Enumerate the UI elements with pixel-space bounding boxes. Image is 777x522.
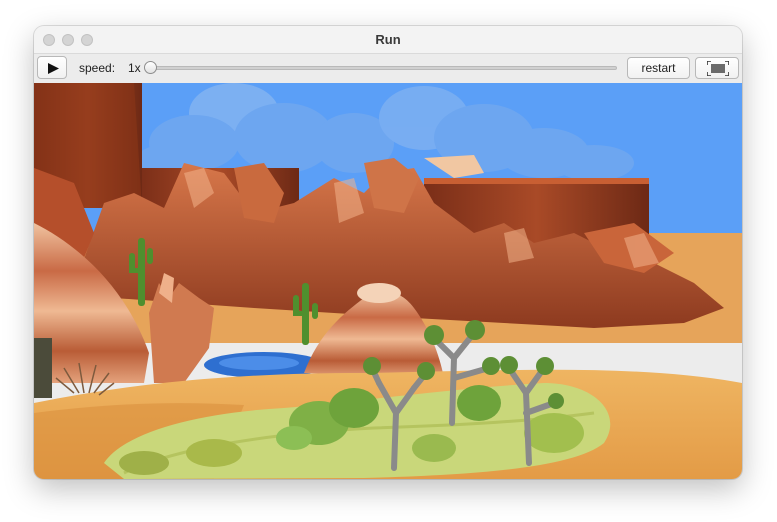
restart-button[interactable]: restart [627,57,690,79]
speed-slider[interactable] [148,66,617,70]
small-hut [34,338,52,398]
speed-value: 1x [128,61,141,75]
toolbar: speed: 1x restart [34,54,742,82]
app-window: Run speed: 1x restart [34,26,742,479]
game-viewport[interactable] [34,83,742,479]
window-title: Run [375,32,401,47]
title-bar[interactable]: Run [34,26,742,54]
desert-scene [34,83,742,479]
fullscreen-icon [707,61,729,76]
fullscreen-button[interactable] [695,57,739,79]
speed-label: speed: [79,61,116,75]
play-button[interactable] [37,56,67,79]
speed-slider-thumb[interactable] [144,61,157,74]
play-icon [48,63,59,74]
